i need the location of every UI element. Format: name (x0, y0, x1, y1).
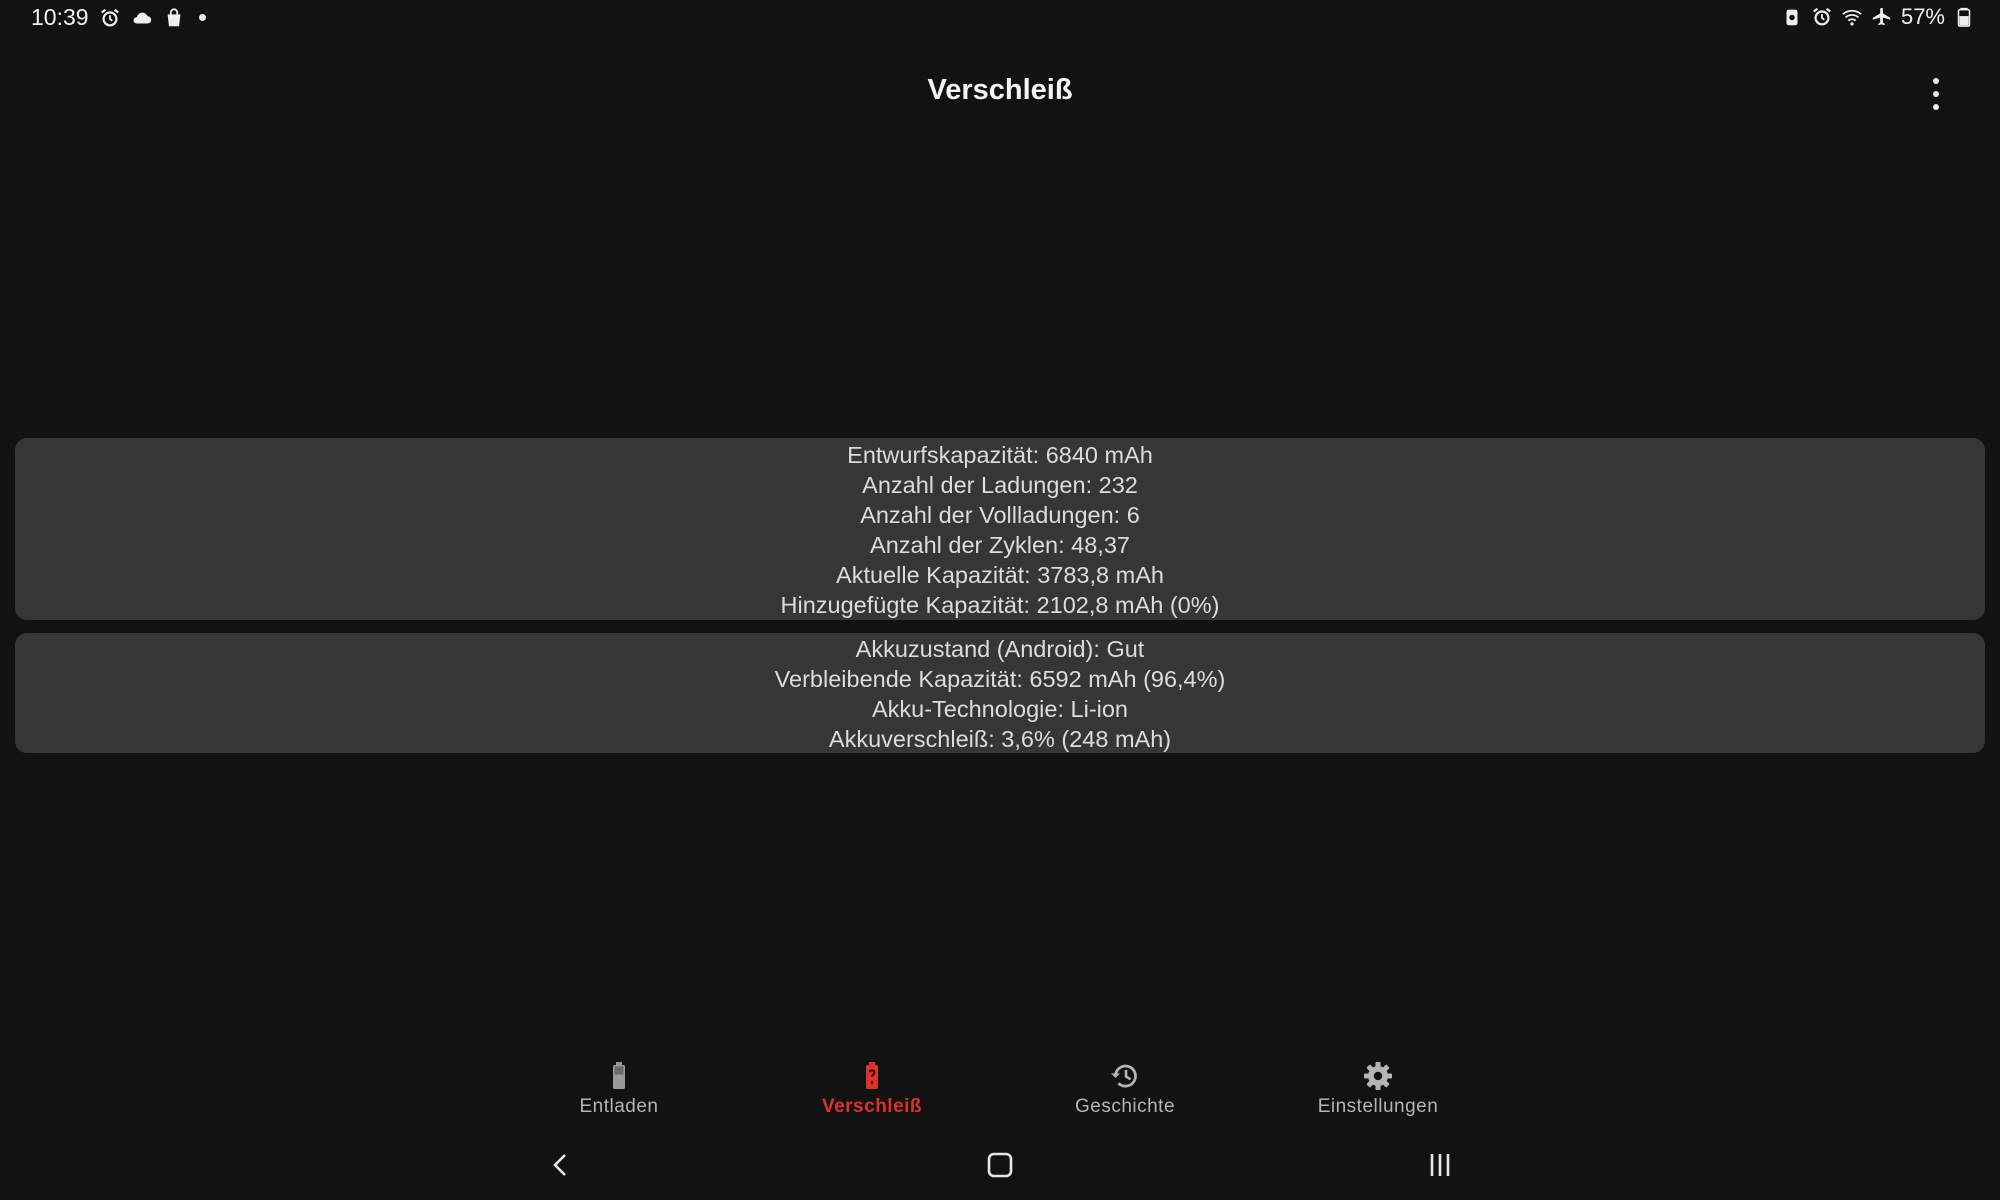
recent-apps-icon (1430, 1154, 1450, 1176)
system-navigation-bar (0, 1140, 2000, 1190)
battery-health-card: Akkuzustand (Android): Gut Verbleibende … (15, 633, 1985, 753)
status-bar: 10:39 57% (0, 0, 2000, 38)
notification-dot (198, 14, 206, 21)
home-button[interactable] (980, 1148, 1020, 1182)
cloud-icon (131, 7, 153, 29)
battery-icon (1953, 6, 1975, 28)
remaining-capacity-text: Verbleibende Kapazität: 6592 mAh (96,4%) (774, 666, 1226, 692)
nav-item-history[interactable]: Geschichte (1025, 1058, 1225, 1118)
recent-apps-button[interactable] (1420, 1148, 1460, 1182)
back-button[interactable] (541, 1148, 581, 1182)
alarm-icon (1811, 6, 1833, 28)
nav-label-wear: Verschleiß (821, 1096, 923, 1117)
app-bar: Verschleiß (0, 60, 2000, 124)
nav-item-wear[interactable]: Verschleiß (772, 1058, 972, 1118)
battery-wear-text: Akkuverschleiß: 3,6% (248 mAh) (828, 726, 1172, 752)
more-options-icon-dot (1933, 104, 1939, 110)
design-capacity-text: Entwurfskapazität: 6840 mAh (847, 442, 1153, 468)
battery-technology-text: Akku-Technologie: Li-ion (871, 696, 1129, 722)
current-capacity-text: Aktuelle Kapazität: 3783,8 mAh (836, 562, 1164, 588)
airplane-icon (1871, 6, 1893, 28)
nav-item-settings[interactable]: Einstellungen (1278, 1058, 1478, 1118)
status-bar-left: 10:39 (31, 4, 206, 31)
cycle-count-text: Anzahl der Zyklen: 48,37 (870, 532, 1130, 558)
battery-question-icon (866, 1062, 878, 1089)
lock-battery-icon (1781, 6, 1803, 28)
page-title: Verschleiß (927, 74, 1073, 106)
charge-count-text: Anzahl der Ladungen: 232 (862, 472, 1138, 498)
gear-icon (1364, 1062, 1392, 1090)
added-capacity-text: Hinzugefügte Kapazität: 2102,8 mAh (0%) (780, 592, 1220, 618)
more-options-button[interactable] (1922, 78, 1950, 110)
more-options-icon-dot (1933, 78, 1939, 84)
more-options-icon-dot (1933, 91, 1939, 97)
battery-stats-card: Entwurfskapazität: 6840 mAh Anzahl der L… (15, 438, 1985, 620)
bottom-navigation: Entladen Verschleiß Geschichte Einstellu… (0, 1050, 2000, 1130)
nav-label-settings: Einstellungen (1317, 1096, 1439, 1117)
history-icon (1111, 1064, 1137, 1088)
screen: 10:39 57% Verschleiß Entwurfskapazität: … (0, 0, 2000, 1200)
full-charge-count-text: Anzahl der Vollladungen: 6 (860, 502, 1140, 528)
battery-health-text: Akkuzustand (Android): Gut (855, 636, 1145, 662)
shopping-bag-icon (163, 7, 185, 29)
status-bar-right: 57% (1781, 4, 1975, 30)
battery-percent: 57% (1900, 4, 1945, 29)
alarm-icon (99, 7, 121, 29)
back-icon (553, 1154, 566, 1176)
status-time: 10:39 (31, 4, 89, 30)
nav-label-history: Geschichte (1074, 1096, 1176, 1117)
nav-item-discharge[interactable]: Entladen (519, 1058, 719, 1118)
wifi-icon (1841, 6, 1863, 28)
home-icon (987, 1152, 1013, 1178)
battery-icon (613, 1062, 625, 1089)
nav-label-discharge: Entladen (579, 1096, 659, 1117)
